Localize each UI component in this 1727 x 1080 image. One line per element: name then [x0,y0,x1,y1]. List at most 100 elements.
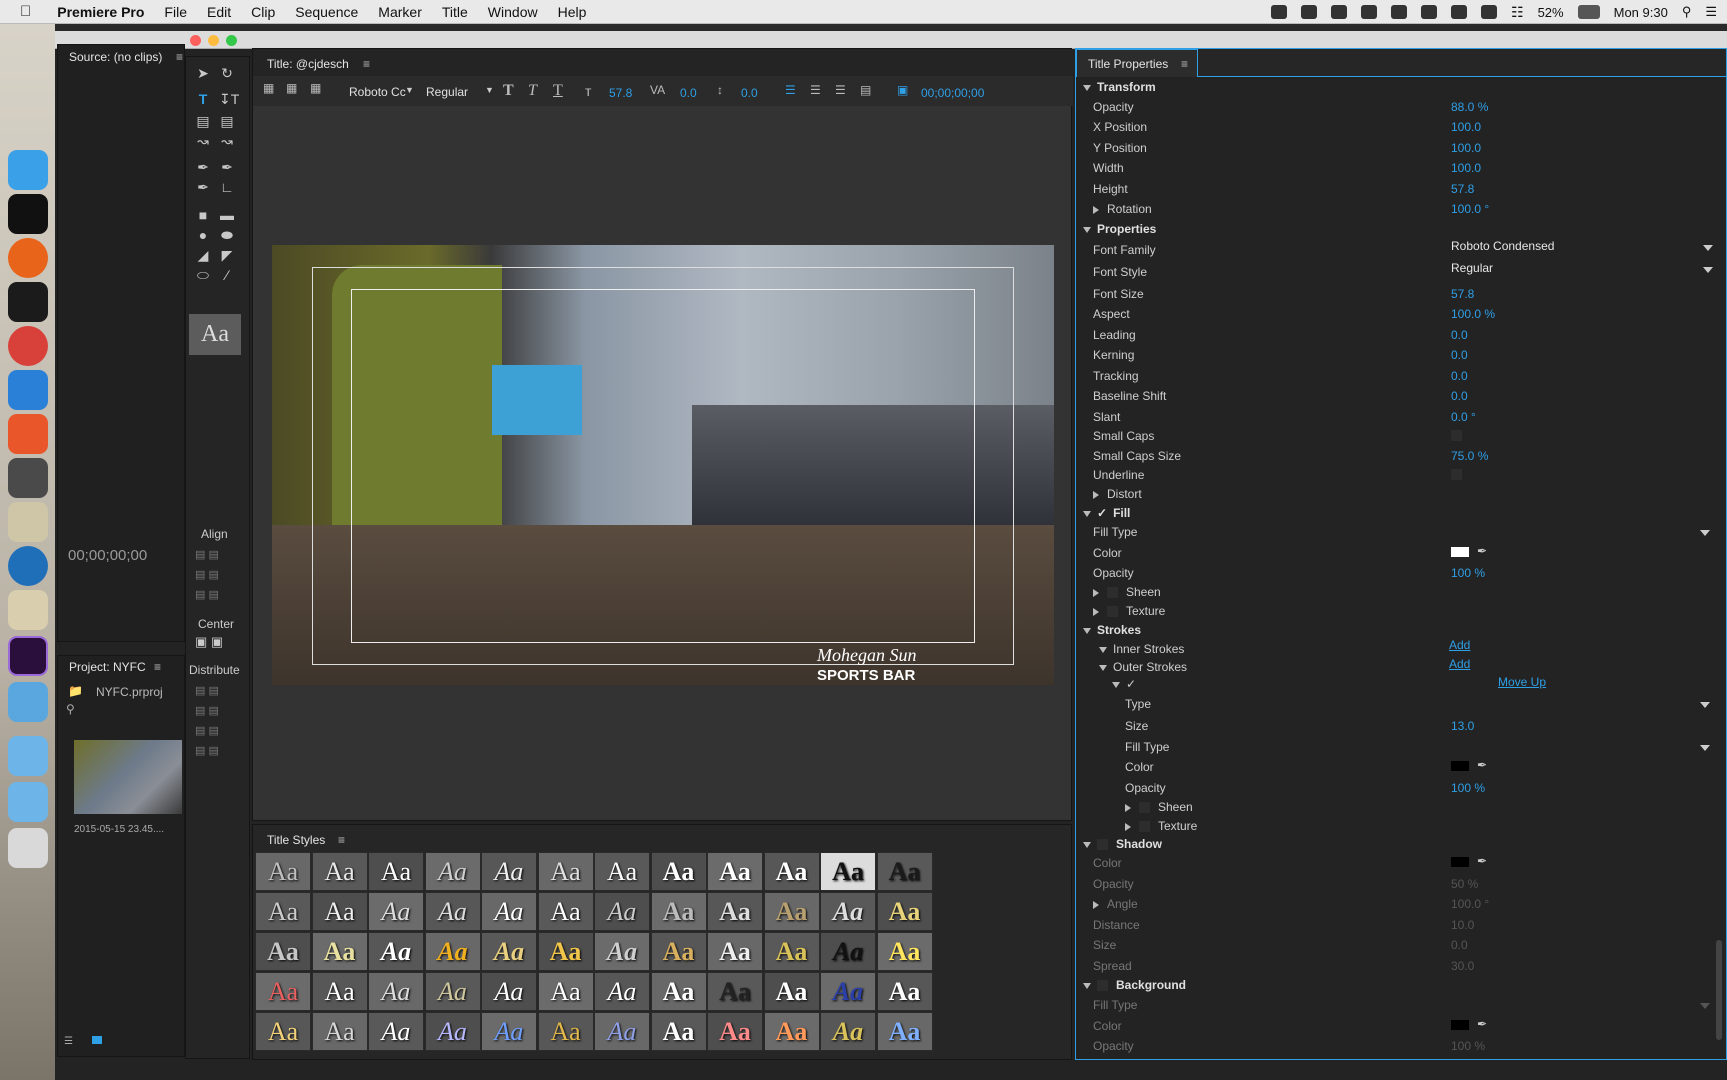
section-fill[interactable]: ✓ Fill [1083,506,1130,520]
title-style-swatch[interactable]: Aa [368,1012,424,1051]
vertical-path-type-tool-icon[interactable]: ↝ [219,133,235,149]
title-style-swatch[interactable]: Aa [311,852,368,891]
claquette-icon[interactable] [8,682,48,722]
chevron-down-icon[interactable]: ▼ [405,85,414,95]
italic-icon[interactable]: T [528,82,537,100]
fill-opacity-value[interactable]: 100 % [1451,566,1485,580]
small-caps-checkbox[interactable] [1451,430,1462,441]
clock[interactable]: Mon 9:30 [1614,5,1668,20]
disclosure-icon[interactable] [1093,588,1099,597]
shadow-angle-row[interactable]: Angle [1093,897,1138,911]
battery-icon[interactable] [1577,5,1600,19]
bg-color-swatch[interactable] [1451,1020,1469,1030]
font-family-dropdown[interactable]: Roboto Condensed [1451,239,1713,259]
disclosure-icon[interactable] [1083,510,1091,517]
x-position-value[interactable]: 100.0 [1451,120,1481,134]
fill-type-dropdown[interactable] [1700,530,1710,536]
title-style-swatch[interactable]: Aa [594,932,650,971]
rectangle-tool-icon[interactable]: ■ [195,207,211,223]
rotation-value[interactable]: 100.0 ° [1451,202,1489,216]
pen-tool-icon[interactable]: ✒ [195,159,211,175]
trash-icon[interactable] [8,828,48,868]
font-size-value[interactable]: 57.8 [1451,287,1474,301]
title-style-swatch[interactable]: Aa [820,932,876,971]
menu-icon[interactable]: ≡ [176,50,183,64]
font-dropdown[interactable]: Roboto Cc [349,85,406,99]
battery-percent[interactable]: 52% [1538,5,1564,20]
shadow-color-swatch[interactable] [1451,857,1469,867]
title-style-swatch[interactable]: Aa [820,892,876,931]
section-shadow[interactable]: Shadow [1083,837,1162,851]
panel-title[interactable]: Title: @cjdesch [267,57,349,71]
reeder-icon[interactable] [8,414,48,454]
selection-tool-icon[interactable]: ➤ [195,65,211,81]
title-style-swatch[interactable]: Aa [594,852,650,891]
stroke-sheen-row[interactable]: Sheen [1125,800,1193,814]
shadow-opacity-value[interactable]: 50 % [1451,877,1478,891]
title-style-swatch[interactable]: Aa [876,972,933,1011]
folder-icon[interactable] [8,782,48,822]
outer-stroke-item[interactable]: ✓ [1112,677,1136,691]
title-timecode[interactable]: 00;00;00;00 [921,86,984,100]
vertical-type-tool-icon[interactable]: ↧T [219,91,239,107]
title-style-swatch[interactable]: Aa [537,892,594,931]
section-properties[interactable]: Properties [1083,222,1156,236]
baseline-shift-value[interactable]: 0.0 [1451,389,1468,403]
title-style-swatch[interactable]: Aa [876,1012,933,1051]
title-style-swatch[interactable]: Aa [368,932,424,971]
menu-sequence[interactable]: Sequence [295,4,358,20]
title-style-swatch[interactable]: Aa [311,892,368,931]
activity-monitor-icon[interactable] [8,282,48,322]
shadow-distance-value[interactable]: 10.0 [1451,918,1474,932]
title-style-swatch[interactable]: Aa [820,852,876,891]
check-icon[interactable]: ✓ [1126,677,1136,691]
kerning-value[interactable]: 0.0 [680,86,697,100]
shadow-angle-value[interactable]: 100.0 ° [1451,897,1489,911]
texture-checkbox[interactable] [1139,821,1150,833]
title-style-swatch[interactable]: Aa [255,972,311,1011]
minimize-button[interactable] [208,35,219,46]
wifi-icon[interactable]: ☷ [1511,4,1524,21]
volume-icon[interactable] [1451,5,1468,19]
title-style-swatch[interactable]: Aa [594,972,650,1011]
icon-view-icon[interactable] [92,1036,102,1044]
templates-icon[interactable]: ▦ [310,81,321,95]
stroke-fill-type-dropdown[interactable] [1700,745,1710,751]
y-position-value[interactable]: 100.0 [1451,141,1481,155]
title-style-swatch[interactable]: Aa [876,892,933,931]
onepassword-dock-icon[interactable] [8,546,48,586]
title-style-swatch[interactable]: Aa [707,852,763,891]
title-style-swatch[interactable]: Aa [707,1012,763,1051]
eyedropper-icon[interactable]: ✒ [1477,544,1487,558]
disclosure-icon[interactable] [1099,664,1107,671]
slant-value[interactable]: 0.0 ° [1451,410,1476,424]
panel-title[interactable]: Title Styles [267,833,325,847]
creative-cloud-icon[interactable] [1301,5,1318,19]
title-style-swatch[interactable]: Aa [255,932,311,971]
inner-strokes-add-link[interactable]: Add [1449,638,1470,652]
properties-scrollbar[interactable] [1716,940,1722,1040]
menu-edit[interactable]: Edit [207,4,231,20]
apple-icon[interactable]:  [20,3,31,20]
title-style-swatch[interactable]: Aa [368,852,424,891]
title-style-swatch[interactable]: Aa [424,972,481,1011]
title-style-swatch[interactable]: Aa [424,892,481,931]
inner-strokes-row[interactable]: Inner Strokes [1099,642,1184,656]
title-style-swatch[interactable]: Aa [537,932,594,971]
onepassword-icon[interactable] [1331,5,1348,19]
font-style-dropdown[interactable]: Regular [1451,261,1713,281]
kerning-value[interactable]: 0.0 [1451,348,1468,362]
add-anchor-tool-icon[interactable]: ✒ [195,179,211,195]
title-style-swatch[interactable]: Aa [594,892,650,931]
video-frame[interactable]: Mohegan Sun SPORTS BAR [272,245,1054,685]
sheen-checkbox[interactable] [1107,587,1118,599]
title-style-swatch[interactable]: Aa [311,1012,368,1051]
panel-title[interactable]: Title Properties [1088,57,1168,71]
bg-fill-type-dropdown[interactable] [1700,1003,1710,1009]
title-style-swatch[interactable]: Aa [255,852,311,891]
title-style-swatch[interactable]: Aa [650,1012,707,1051]
section-background[interactable]: Background [1083,978,1186,992]
title-style-swatch[interactable]: Aa [763,1012,820,1051]
chrome-icon[interactable] [8,326,48,366]
title-style-swatch[interactable]: Aa [481,852,537,891]
